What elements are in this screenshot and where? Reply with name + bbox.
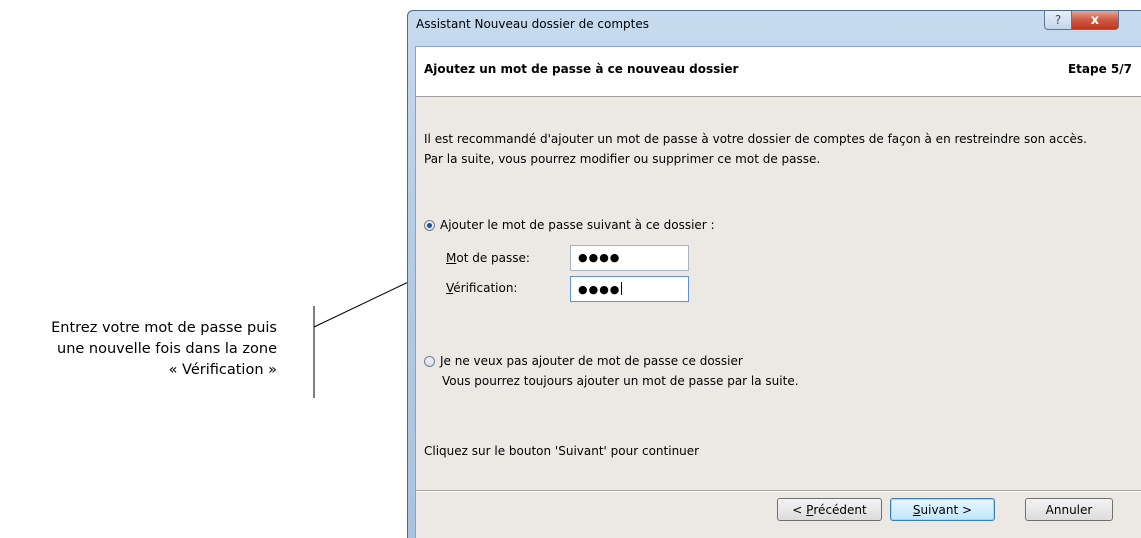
next-button[interactable]: Suivant >: [890, 498, 995, 521]
intro-text-line-2: Par la suite, vous pourrez modifier ou s…: [424, 152, 821, 166]
step-counter: Etape 5/7: [1067, 62, 1132, 76]
verification-value: ●●●●: [578, 283, 621, 296]
radio-unselected-icon[interactable]: [424, 355, 435, 367]
radio-add-password[interactable]: Ajouter le mot de passe suivant à ce dos…: [424, 218, 715, 232]
password-label-mnemonic: M: [446, 251, 457, 265]
previous-button-mnemonic: P: [806, 502, 814, 517]
cancel-button-label: Annuler: [1045, 502, 1093, 517]
verification-label: Vérification:: [446, 281, 517, 295]
cancel-button[interactable]: Annuler: [1025, 498, 1113, 521]
wizard-header: Ajoutez un mot de passe à ce nouveau dos…: [416, 47, 1141, 97]
continue-hint: Cliquez sur le bouton 'Suivant' pour con…: [424, 444, 700, 458]
no-password-hint: Vous pourrez toujours ajouter un mot de …: [442, 374, 799, 388]
next-button-label: uivant >: [920, 502, 973, 517]
footer-divider: [416, 490, 1141, 492]
question-mark-icon: ?: [1054, 13, 1062, 27]
password-label-text: ot de passe:: [456, 251, 530, 265]
text-caret: [621, 282, 623, 295]
password-value: ●●●●: [578, 251, 621, 264]
verification-label-text: érification:: [453, 281, 518, 295]
previous-button[interactable]: < Précédent: [777, 498, 882, 521]
close-button[interactable]: x: [1071, 11, 1119, 30]
close-icon: x: [1090, 12, 1100, 28]
wizard-content: Ajoutez un mot de passe à ce nouveau dos…: [415, 46, 1141, 538]
wizard-window: Assistant Nouveau dossier de comptes ? x…: [407, 10, 1141, 538]
step-title: Ajoutez un mot de passe à ce nouveau dos…: [424, 62, 739, 76]
help-button[interactable]: ?: [1044, 11, 1072, 30]
radio-add-password-label[interactable]: Ajouter le mot de passe suivant à ce dos…: [440, 218, 715, 232]
radio-no-password-label[interactable]: Je ne veux pas ajouter de mot de passe c…: [440, 354, 743, 368]
title-bar[interactable]: Assistant Nouveau dossier de comptes ? x: [408, 11, 1141, 37]
previous-button-prefix: <: [792, 502, 807, 517]
intro-text-line-1: Il est recommandé d'ajouter un mot de pa…: [424, 132, 1087, 146]
radio-no-password[interactable]: Je ne veux pas ajouter de mot de passe c…: [424, 354, 743, 368]
next-button-mnemonic: S: [912, 502, 921, 517]
previous-button-label: récédent: [813, 502, 867, 517]
verification-input[interactable]: ●●●●: [570, 276, 689, 302]
radio-selected-icon[interactable]: [424, 219, 435, 231]
window-title: Assistant Nouveau dossier de comptes: [416, 17, 649, 31]
password-input[interactable]: ●●●●: [570, 245, 689, 271]
password-label: Mot de passe:: [446, 251, 530, 265]
